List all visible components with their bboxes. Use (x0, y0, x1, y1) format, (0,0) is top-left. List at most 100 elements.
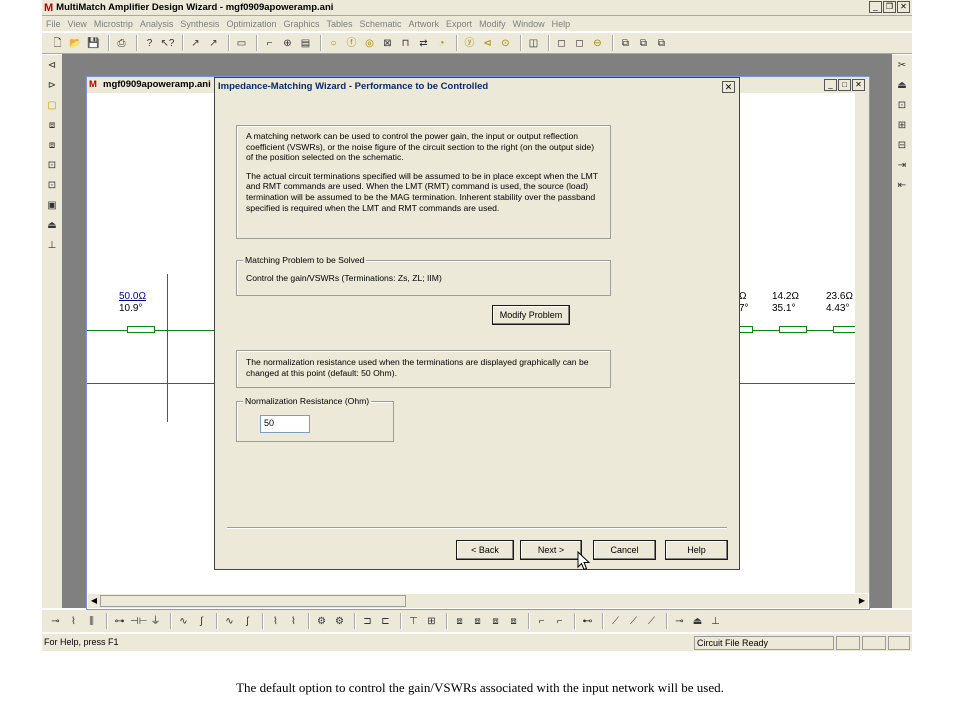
scissors-icon[interactable]: ✂ (892, 57, 912, 75)
coupler-icon[interactable]: ⧈ (452, 614, 467, 629)
resistor-icon[interactable]: ⊸ (48, 614, 63, 629)
schematic-transmission-line[interactable] (127, 326, 155, 333)
ground-icon[interactable]: ⏏ (42, 217, 62, 235)
dialog-close-button[interactable]: ✕ (722, 81, 735, 93)
graph-icon[interactable]: ◔ (434, 36, 449, 51)
y-icon[interactable]: ⓨ (462, 36, 477, 51)
scroll-thumb[interactable] (100, 595, 406, 607)
arrow-icon[interactable]: ↗ (188, 36, 203, 51)
block-icon[interactable]: ▢ (42, 97, 62, 115)
new-icon[interactable]: 🗋 (50, 36, 65, 51)
inductor-icon[interactable]: ⌇ (66, 614, 81, 629)
tee-icon[interactable]: ⊥ (42, 237, 62, 255)
bend-icon[interactable]: ⌐ (534, 614, 549, 629)
print-icon[interactable]: ⎙ (114, 36, 129, 51)
menu-help[interactable]: Help (552, 19, 571, 29)
coupler-3-icon[interactable]: ⧈ (488, 614, 503, 629)
menu-analysis[interactable]: Analysis (140, 19, 174, 29)
menu-graphics[interactable]: Graphics (283, 19, 319, 29)
stack-icon[interactable]: ⧉ (618, 36, 633, 51)
circle-f-icon[interactable]: ⓕ (344, 36, 359, 51)
minus-circle-icon[interactable]: ⊖ (590, 36, 605, 51)
stack-3-icon[interactable]: ⧉ (654, 36, 669, 51)
circle-dot-icon[interactable]: ◎ (362, 36, 377, 51)
diag-2-icon[interactable]: ⟋ (626, 614, 641, 629)
transformer-2-icon[interactable]: ⌇ (286, 614, 301, 629)
arrow-2-icon[interactable]: ↗ (206, 36, 221, 51)
tee-2-icon[interactable]: ⊥ (708, 614, 723, 629)
capacitor-vert-icon[interactable]: ⫼ (84, 614, 99, 629)
child-minimize-button[interactable]: _ (824, 79, 837, 91)
capacitor-icon[interactable]: ⊣⊢ (130, 614, 147, 629)
menu-window[interactable]: Window (513, 19, 545, 29)
schematic-vertical-scrollbar[interactable] (855, 93, 869, 593)
menu-tables[interactable]: Tables (326, 19, 352, 29)
back-button[interactable]: < Back (456, 540, 514, 560)
ground-cap-icon[interactable]: ⏚ (148, 614, 163, 629)
coupler-4-icon[interactable]: ⧈ (506, 614, 521, 629)
dot-circle-icon[interactable]: ⊙ (498, 36, 513, 51)
box-dot-icon[interactable]: ⊡ (892, 97, 912, 115)
coil-vert-icon[interactable]: ʃ (194, 614, 209, 629)
coupler-2-icon[interactable]: ⧈ (470, 614, 485, 629)
component-icon[interactable]: ▭ (234, 36, 249, 51)
probe-icon[interactable]: ⌐ (262, 36, 277, 51)
modify-problem-button[interactable]: Modify Problem (492, 305, 570, 325)
circuit-icon[interactable]: ⧈ (42, 117, 62, 135)
context-help-icon[interactable]: ↖? (160, 36, 175, 51)
chart-icon[interactable]: ◫ (526, 36, 541, 51)
menu-artwork[interactable]: Artwork (409, 19, 440, 29)
eject-2-icon[interactable]: ⏏ (690, 614, 705, 629)
schematic-transmission-line[interactable] (739, 326, 753, 333)
port-right-icon[interactable]: ⊳ (42, 77, 62, 95)
menu-schematic[interactable]: Schematic (360, 19, 402, 29)
cross-box-icon[interactable]: ⊠ (380, 36, 395, 51)
stub-icon[interactable]: ⊐ (360, 614, 375, 629)
coil-icon[interactable]: ∿ (176, 614, 191, 629)
open-icon[interactable]: 📂 (68, 36, 83, 51)
schematic-horizontal-scrollbar[interactable]: ◀ ▶ (88, 594, 868, 608)
chevron-circle-icon[interactable]: ⊲ (480, 36, 495, 51)
menu-synthesis[interactable]: Synthesis (180, 19, 219, 29)
coupled-vert-icon[interactable]: ʃ (240, 614, 255, 629)
device-2-icon[interactable]: ⊡ (42, 177, 62, 195)
diag-icon[interactable]: ⟋ (608, 614, 623, 629)
help-icon[interactable]: ? (142, 36, 157, 51)
box-minus-icon[interactable]: ⊟ (892, 137, 912, 155)
menu-file[interactable]: File (46, 19, 61, 29)
child-close-button[interactable]: ✕ (852, 79, 865, 91)
node-icon[interactable]: ⊕ (280, 36, 295, 51)
normalization-resistance-input[interactable]: 50 (260, 415, 310, 433)
bend-2-icon[interactable]: ⌐ (552, 614, 567, 629)
gap-icon[interactable]: ⊷ (580, 614, 595, 629)
gear-icon[interactable]: ⚙ (314, 614, 329, 629)
tee-junction-icon[interactable]: ⊤ (406, 614, 421, 629)
device-icon[interactable]: ⊡ (42, 157, 62, 175)
eject-icon[interactable]: ⏏ (892, 77, 912, 95)
line-icon[interactable]: ⊶ (112, 614, 127, 629)
help-button[interactable]: Help (665, 540, 728, 560)
save-icon[interactable]: 💾 (86, 36, 101, 51)
arrow-in-icon[interactable]: ⇤ (892, 177, 912, 195)
menu-view[interactable]: View (68, 19, 87, 29)
port-left-icon[interactable]: ⊲ (42, 57, 62, 75)
circle-icon[interactable]: ○ (326, 36, 341, 51)
bridge-icon[interactable]: ⊓ (398, 36, 413, 51)
close-button[interactable]: ✕ (897, 1, 910, 13)
transformer-icon[interactable]: ⌇ (268, 614, 283, 629)
child-maximize-button[interactable]: □ (838, 79, 851, 91)
arrow-out-icon[interactable]: ⇥ (892, 157, 912, 175)
menu-microstrip[interactable]: Microstrip (94, 19, 133, 29)
stack-2-icon[interactable]: ⧉ (636, 36, 651, 51)
box-plus-icon[interactable]: ⊞ (892, 117, 912, 135)
swap-icon[interactable]: ⇄ (416, 36, 431, 51)
cross-junction-icon[interactable]: ⊞ (424, 614, 439, 629)
next-button[interactable]: Next > (520, 540, 582, 560)
gear-2-icon[interactable]: ⚙ (332, 614, 347, 629)
scroll-right-icon[interactable]: ▶ (856, 594, 868, 608)
coupled-icon[interactable]: ∿ (222, 614, 237, 629)
menu-modify[interactable]: Modify (479, 19, 506, 29)
cancel-button[interactable]: Cancel (593, 540, 656, 560)
circuit-2-icon[interactable]: ⧈ (42, 137, 62, 155)
restore-button[interactable]: ❐ (883, 1, 896, 13)
